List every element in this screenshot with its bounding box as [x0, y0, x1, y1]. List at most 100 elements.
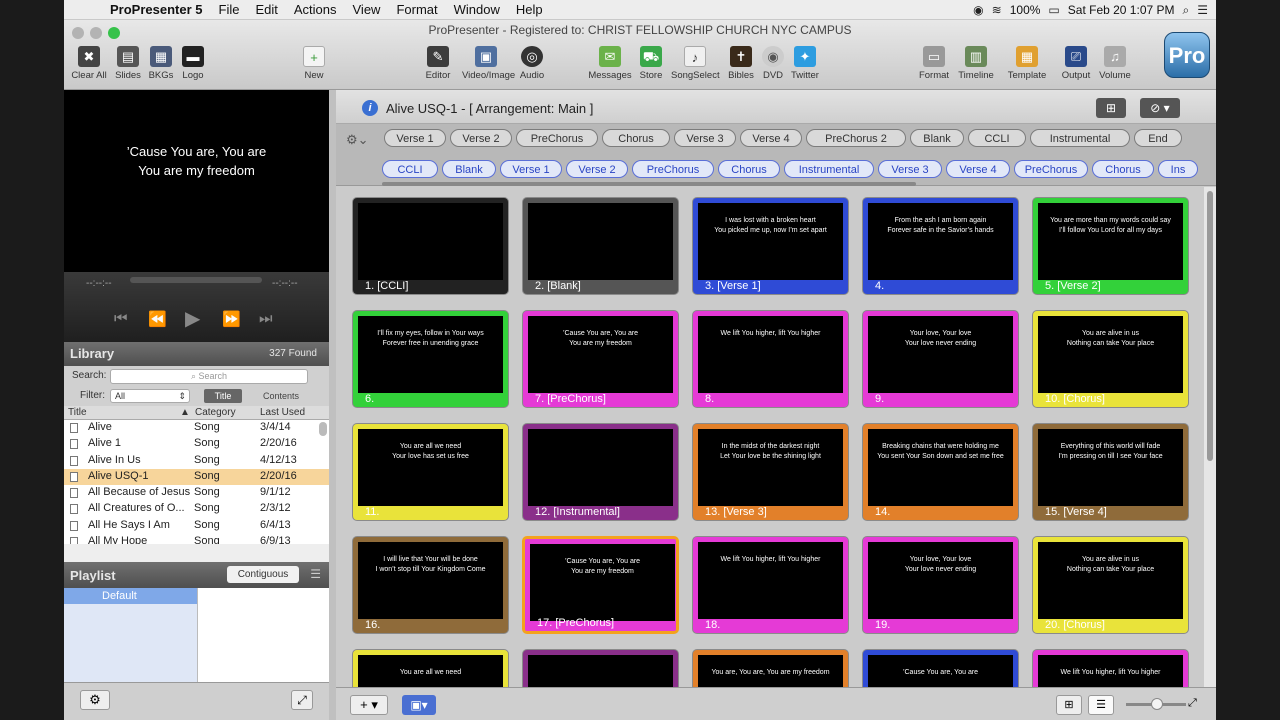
gear-icon[interactable]: ⚙	[80, 690, 110, 710]
skip-back-icon[interactable]: ⏮	[114, 310, 128, 327]
fast-forward-icon[interactable]: ⏩	[222, 310, 241, 328]
slide-thumbnail[interactable]: I was lost with a broken heart You picked…	[692, 197, 849, 295]
library-scrollbar[interactable]	[319, 422, 327, 436]
filter-select[interactable]: All ⇕	[110, 389, 190, 403]
image-view-icon[interactable]: ▣▾	[402, 695, 436, 715]
group-pill[interactable]: Verse 4	[740, 129, 802, 147]
rewind-icon[interactable]: ⏪	[148, 310, 167, 328]
split-divider[interactable]	[329, 90, 336, 720]
play-icon[interactable]: ▶	[185, 306, 200, 331]
menu-view[interactable]: View	[345, 2, 389, 17]
arrangement-pill[interactable]: PreChorus	[632, 160, 714, 178]
slide-thumbnail[interactable]: Breaking chains that were holding me You …	[862, 423, 1019, 521]
menu-app-name[interactable]: ProPresenter 5	[102, 2, 211, 17]
menu-help[interactable]: Help	[508, 2, 551, 17]
arrangement-pill[interactable]: Instrumental	[784, 160, 874, 178]
info-icon[interactable]: i	[362, 100, 378, 116]
song-row[interactable]: Alive USQ-1 Song 2/20/16	[64, 468, 329, 486]
group-pill[interactable]: Blank	[910, 129, 964, 147]
slide-thumbnail[interactable]	[522, 649, 679, 687]
column-last-used[interactable]: Last Used	[260, 407, 305, 418]
slide-thumbnail[interactable]: 2. [Blank]	[522, 197, 679, 295]
song-row[interactable]: All Creatures of O... Song 2/3/12	[64, 501, 329, 518]
slide-grid-scrollbar[interactable]	[1204, 187, 1216, 687]
video-image-button[interactable]: ▣ Video/Image	[462, 46, 515, 81]
slide-thumbnail[interactable]: Your love, Your love Your love never endi…	[862, 310, 1019, 408]
column-title[interactable]: Title	[68, 407, 87, 418]
tab-contents[interactable]: Contents	[256, 389, 306, 403]
slide-thumbnail[interactable]: You are all we need Your love has set us …	[352, 423, 509, 521]
zoom-in-icon[interactable]: ⤢	[1188, 697, 1197, 710]
slide-thumbnail[interactable]: 12. [Instrumental]	[522, 423, 679, 521]
arrangement-pill[interactable]: CCLI	[382, 160, 438, 178]
add-icon[interactable]: + ▾	[350, 695, 388, 715]
arrangement-icon[interactable]: ⊞	[1096, 98, 1126, 118]
arrangement-pill[interactable]: Ins	[1158, 160, 1198, 178]
slide-thumbnail[interactable]: ’Cause You are, You are	[862, 649, 1019, 687]
playlist-item-default[interactable]: Default	[64, 588, 197, 604]
arrangement-pill[interactable]: Chorus	[1092, 160, 1154, 178]
group-pill[interactable]: Verse 3	[674, 129, 736, 147]
library-search-input[interactable]: ⌕ Search	[110, 369, 308, 384]
gear-icon[interactable]: ⚙⌄	[346, 132, 376, 147]
slide-thumbnail[interactable]: Everything of this world will fade I’m pr…	[1032, 423, 1189, 521]
slide-thumbnail[interactable]: You are more than my words could say I’ll…	[1032, 197, 1189, 295]
songselect-button[interactable]: ♪ SongSelect	[671, 46, 720, 81]
wifi-icon[interactable]: ≋	[992, 3, 1002, 17]
arrangement-scrollbar[interactable]	[382, 182, 916, 186]
sort-asc-icon[interactable]: ▲	[180, 407, 190, 418]
arrangement-pill[interactable]: Verse 2	[566, 160, 628, 178]
audio-button[interactable]: ◎ Audio	[508, 46, 556, 81]
group-pill[interactable]: Verse 2	[450, 129, 512, 147]
group-pill[interactable]: Verse 1	[384, 129, 446, 147]
fullscreen-icon[interactable]: ⤢	[291, 690, 313, 710]
slide-thumbnail[interactable]: We lift You higher, lift You higher	[1032, 649, 1189, 687]
slide-thumbnail[interactable]: Your love, Your love Your love never endi…	[862, 536, 1019, 634]
song-row[interactable]: Alive In Us Song 4/12/13	[64, 452, 329, 469]
timeline-button[interactable]: ▥ Timeline	[952, 46, 1000, 81]
song-row[interactable]: Alive 1 Song 2/20/16	[64, 436, 329, 453]
tab-title[interactable]: Title	[204, 389, 242, 403]
group-pill[interactable]: Instrumental	[1030, 129, 1130, 147]
slide-thumbnail[interactable]: You are, You are, You are my freedom	[692, 649, 849, 687]
slide-thumbnail[interactable]: You are all we need	[352, 649, 509, 687]
song-row[interactable]: All My Hope Song 6/9/13	[64, 534, 329, 544]
menu-edit[interactable]: Edit	[247, 2, 285, 17]
record-icon[interactable]: ◉	[973, 3, 983, 17]
menu-window[interactable]: Window	[446, 2, 508, 17]
playlist-menu-icon[interactable]: ☰	[310, 567, 321, 581]
scrubber-bar[interactable]	[130, 277, 262, 283]
song-row[interactable]: All Because of Jesus Song 9/1/12	[64, 485, 329, 502]
list-icon[interactable]: ☰	[1197, 3, 1208, 17]
slide-thumbnail[interactable]: I’ll fix my eyes, follow in Your ways For…	[352, 310, 509, 408]
grid-view-icon[interactable]: ⊞	[1056, 695, 1082, 715]
group-pill[interactable]: End	[1134, 129, 1182, 147]
battery-icon[interactable]: ▭	[1048, 3, 1059, 17]
slide-thumbnail[interactable]: ’Cause You are, You are You are my freedo…	[522, 310, 679, 408]
slide-thumbnail[interactable]: 1. [CCLI]	[352, 197, 509, 295]
new-button[interactable]: + New	[290, 46, 338, 81]
slide-thumbnail[interactable]: We lift You higher, lift You higher 18.	[692, 536, 849, 634]
slide-thumbnail[interactable]: ’Cause You are, You are You are my freedo…	[522, 536, 679, 634]
template-button[interactable]: ▦ Template	[1003, 46, 1051, 81]
twitter-button[interactable]: ✦ Twitter	[781, 46, 829, 81]
clock[interactable]: Sat Feb 20 1:07 PM	[1068, 3, 1175, 17]
menu-format[interactable]: Format	[388, 2, 445, 17]
slide-thumbnail[interactable]: I will live that Your will be done I won’…	[352, 536, 509, 634]
format-button[interactable]: ▭ Format	[910, 46, 958, 81]
menu-actions[interactable]: Actions	[286, 2, 345, 17]
group-pill[interactable]: Chorus	[602, 129, 670, 147]
group-pill[interactable]: PreChorus 2	[806, 129, 906, 147]
scrollbar-thumb[interactable]	[1207, 191, 1213, 461]
slide-thumbnail[interactable]: You are alive in us Nothing can take Your…	[1032, 536, 1189, 634]
skip-forward-icon[interactable]: ⏭	[259, 310, 273, 327]
logo-button[interactable]: ▬ Logo	[169, 46, 217, 81]
arrangement-pill[interactable]: Chorus	[718, 160, 780, 178]
slide-thumbnail[interactable]: You are alive in us Nothing can take Your…	[1032, 310, 1189, 408]
list-view-icon[interactable]: ☰	[1088, 695, 1114, 715]
slide-thumbnail[interactable]: We lift You higher, lift You higher 8.	[692, 310, 849, 408]
arrangement-pill[interactable]: Verse 4	[946, 160, 1010, 178]
volume-button[interactable]: ♫ Volume	[1091, 46, 1139, 81]
group-pill[interactable]: CCLI	[968, 129, 1026, 147]
no-symbol-icon[interactable]: ⊘ ▾	[1140, 98, 1180, 118]
